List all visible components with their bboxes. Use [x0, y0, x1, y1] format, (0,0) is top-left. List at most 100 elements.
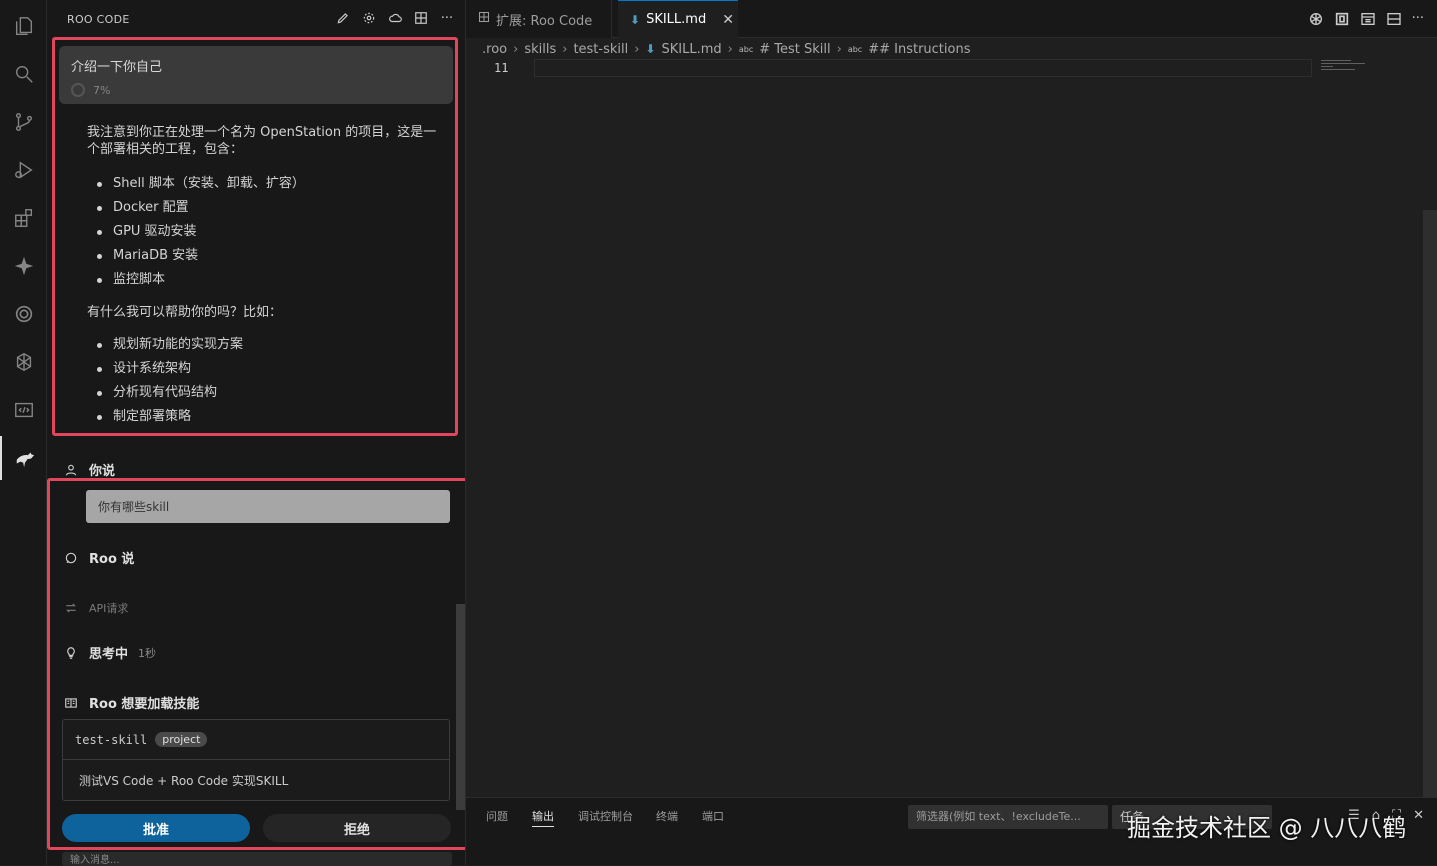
chat-bubble-icon	[63, 550, 79, 566]
close-icon[interactable]: ✕	[722, 12, 734, 28]
task-progress: 7%	[71, 83, 441, 97]
help-items-list: 规划新功能的实现方案 设计系统架构 分析现有代码结构 制定部署策略	[87, 333, 447, 429]
breadcrumb-item[interactable]: skills	[524, 42, 556, 57]
roo-said-label: Roo 说	[89, 552, 135, 567]
chevron-right-icon: ›	[836, 41, 842, 57]
breadcrumb-item[interactable]: ## Instructions	[868, 42, 970, 57]
chevron-right-icon: ›	[727, 41, 733, 57]
breadcrumb-item[interactable]: SKILL.md	[662, 42, 722, 57]
list-item: Shell 脚本（安装、卸载、扩容）	[87, 172, 447, 196]
extensions-icon[interactable]	[0, 196, 47, 240]
openai-action-icon[interactable]	[1308, 11, 1324, 31]
reject-button[interactable]: 拒绝	[263, 814, 451, 842]
markdown-file-icon: ⬇	[630, 12, 641, 27]
tab-bar: 扩展: Roo Code ⬇ SKILL.md ✕ ···	[466, 0, 1437, 38]
panel-tab-ports[interactable]: 端口	[702, 808, 724, 824]
current-line-highlight[interactable]	[534, 59, 1312, 77]
output-filter-input[interactable]: 筛选器(例如 text、!excludeTe...	[908, 805, 1108, 829]
skill-name: test-skill	[75, 732, 148, 747]
thinking-label: 思考中	[89, 647, 129, 662]
list-item: GPU 驱动安装	[87, 220, 447, 244]
roo-said-header: Roo 说	[63, 548, 134, 567]
skill-request-label: Roo 想要加载技能	[89, 697, 200, 712]
assistant-message: 我注意到你正在处理一个名为 OpenStation 的项目，这是一个部署相关的工…	[87, 124, 447, 429]
more-actions-icon[interactable]: ···	[1412, 11, 1424, 31]
roo-code-sidebar: ROO CODE ··· 介绍一下你自己 7% 我注意到你正在处理一个名为 Op…	[47, 0, 465, 866]
lightbulb-icon	[63, 645, 79, 661]
search-icon[interactable]	[0, 52, 47, 96]
edit-icon[interactable]	[335, 10, 351, 26]
editor-scrollbar[interactable]	[1423, 210, 1437, 797]
string-symbol-icon: abc	[847, 44, 863, 54]
cloud-icon[interactable]	[387, 10, 403, 26]
skill-card: test-skill project 测试VS Code + Roo Code …	[62, 719, 450, 801]
extension-tab-icon	[478, 11, 490, 27]
close-panel-icon[interactable]: ✕	[1413, 808, 1424, 823]
api-request-row[interactable]: API请求	[63, 600, 128, 616]
tab-skill-md[interactable]: ⬇ SKILL.md ✕	[618, 0, 738, 38]
book-icon	[63, 695, 79, 711]
roo-kangaroo-icon[interactable]	[0, 436, 47, 480]
sparkle-icon[interactable]	[0, 244, 47, 288]
marketplace-icon[interactable]	[413, 10, 429, 26]
chevron-right-icon: ›	[513, 41, 519, 57]
panel-tab-terminal[interactable]: 终端	[656, 808, 678, 824]
progress-spinner-icon	[71, 83, 85, 97]
approve-button[interactable]: 批准	[62, 814, 250, 842]
skill-scope-badge: project	[155, 732, 208, 747]
sidebar-title: ROO CODE	[67, 12, 130, 26]
code-preview-icon[interactable]	[0, 388, 47, 432]
panel-tab-output[interactable]: 输出	[532, 808, 554, 827]
chat-input[interactable]: 输入消息...	[62, 852, 452, 866]
list-item: 分析现有代码结构	[87, 381, 447, 405]
more-icon[interactable]: ···	[439, 10, 455, 26]
list-item: 设计系统架构	[87, 357, 447, 381]
breadcrumb-item[interactable]: test-skill	[573, 42, 628, 57]
open-preview-side-icon[interactable]	[1360, 11, 1376, 31]
sidebar-scrollbar[interactable]	[456, 604, 465, 810]
user-message[interactable]: 你有哪些skill	[86, 490, 450, 523]
arrows-exchange-icon	[63, 600, 79, 616]
sidebar-toolbar: ···	[335, 10, 455, 26]
list-item: 规划新功能的实现方案	[87, 333, 447, 357]
message-question: 有什么我可以帮助你的吗？比如：	[87, 305, 283, 320]
activity-bar	[0, 0, 47, 865]
thinking-time: 1秒	[138, 646, 157, 660]
message-intro: 我注意到你正在处理一个名为 OpenStation 的项目，这是一个部署相关的工…	[87, 125, 437, 157]
watermark: 掘金技术社区 @ 八八八鹤	[1127, 814, 1407, 842]
user-said-header: 你说	[63, 460, 115, 479]
list-item: 制定部署策略	[87, 405, 447, 429]
settings-gear-icon[interactable]	[361, 10, 377, 26]
chevron-right-icon: ›	[562, 41, 568, 57]
task-header-card[interactable]: 介绍一下你自己 7%	[59, 46, 453, 104]
user-icon	[63, 462, 79, 478]
panel-tab-debug-console[interactable]: 调试控制台	[578, 808, 633, 824]
tab-label: 扩展: Roo Code	[496, 13, 593, 29]
task-title: 介绍一下你自己	[71, 60, 163, 75]
task-progress-value: 7%	[93, 83, 111, 97]
source-control-icon[interactable]	[0, 100, 47, 144]
skill-name-row: test-skill project	[63, 720, 449, 760]
breadcrumb-item[interactable]: # Test Skill	[759, 42, 830, 57]
explorer-icon[interactable]	[0, 4, 47, 48]
user-said-label: 你说	[89, 464, 116, 479]
api-request-label: API请求	[89, 602, 129, 615]
chatgpt-icon[interactable]	[0, 340, 47, 384]
preview-icon[interactable]	[1334, 11, 1350, 31]
minimap[interactable]	[1321, 58, 1371, 80]
list-item: Docker 配置	[87, 196, 447, 220]
thinking-row[interactable]: 思考中 1秒	[63, 643, 156, 662]
panel-tab-problems[interactable]: 问题	[486, 808, 508, 824]
editor-actions: ···	[1308, 11, 1424, 31]
tab-label: SKILL.md	[646, 12, 707, 27]
markdown-file-icon: ⬇	[645, 42, 656, 56]
breadcrumb: .roo › skills › test-skill › ⬇ SKILL.md …	[482, 40, 971, 58]
run-debug-icon[interactable]	[0, 148, 47, 192]
breadcrumb-item[interactable]: .roo	[482, 42, 507, 57]
string-symbol-icon: abc	[738, 44, 754, 54]
line-number: 11	[494, 61, 509, 75]
split-editor-icon[interactable]	[1386, 11, 1402, 31]
skill-description: 测试VS Code + Roo Code 实现SKILL	[79, 773, 289, 788]
openai-icon[interactable]	[0, 292, 47, 336]
tab-roo-extension[interactable]: 扩展: Roo Code	[466, 0, 612, 38]
